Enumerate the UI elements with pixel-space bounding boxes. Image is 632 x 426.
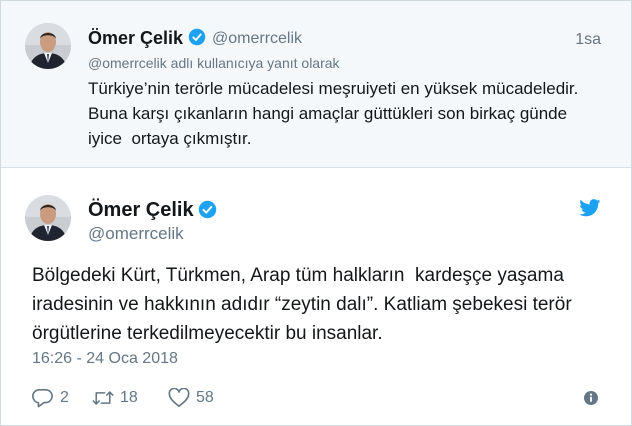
retweet-button[interactable]: 18	[92, 386, 138, 410]
reply-icon	[32, 388, 53, 408]
main-text-line: örgütlerine terkedilmeyecektir bu insanl…	[32, 323, 383, 344]
tweet-actions: 2 18 58	[32, 386, 602, 410]
parent-author-avatar[interactable]	[25, 23, 71, 69]
parent-author-handle[interactable]: @omerrcelik	[212, 30, 302, 48]
parent-text-line: iyice ortaya çıkmıştır.	[88, 129, 252, 148]
info-icon[interactable]	[583, 390, 599, 406]
reply-count: 2	[60, 389, 69, 406]
retweet-count: 18	[120, 389, 138, 406]
reply-button[interactable]: 2	[32, 386, 69, 410]
parent-tweet-text: Türkiye’nin terörle mücadelesi meşruiyet…	[88, 76, 608, 151]
main-text-line: iradesinin ve hakkının adıdır “zeytin da…	[32, 294, 572, 315]
parent-author-name[interactable]: Ömer Çelik	[88, 28, 183, 49]
like-count: 58	[196, 389, 214, 406]
tweet-timestamp[interactable]: 16:26 - 24 Oca 2018	[32, 350, 178, 368]
main-author-handle[interactable]: @omerrcelik	[88, 224, 184, 244]
parent-text-line: Buna karşı çıkanların hangi amaçlar gütt…	[88, 104, 568, 123]
verified-badge-icon	[198, 200, 217, 219]
verified-badge-icon	[188, 28, 206, 46]
twitter-bird-icon[interactable]	[579, 199, 601, 217]
reply-context: @omerrcelik adlı kullanıcıya yanıt olara…	[88, 55, 340, 71]
main-text-line: Bölgedeki Kürt, Türkmen, Arap tüm halkla…	[32, 265, 564, 286]
parent-text-line: Türkiye’nin terörle mücadelesi meşruiyet…	[88, 79, 579, 98]
main-tweet: Ömer Çelik @omerrcelik Bölgedeki Kürt, T…	[1, 169, 631, 425]
main-author-name[interactable]: Ömer Çelik	[88, 199, 194, 222]
retweet-icon	[92, 391, 114, 405]
main-tweet-text: Bölgedeki Kürt, Türkmen, Arap tüm halkla…	[32, 261, 612, 348]
parent-relative-time[interactable]: 1sa	[575, 31, 601, 49]
heart-icon	[168, 388, 190, 407]
like-button[interactable]: 58	[168, 386, 214, 410]
parent-tweet[interactable]: Ömer Çelik @omerrcelik 1sa @omerrcelik a…	[1, 1, 631, 168]
main-author-avatar[interactable]	[25, 195, 71, 241]
